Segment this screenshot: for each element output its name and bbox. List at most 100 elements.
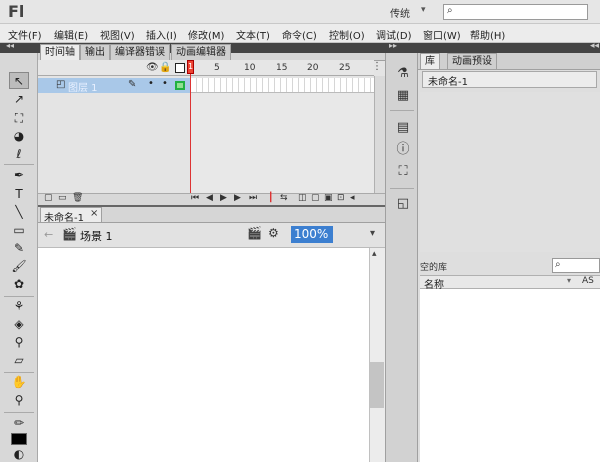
menu-window[interactable]: 窗口(W) xyxy=(423,27,461,42)
tab-motion-editor[interactable]: 动画编辑器 xyxy=(171,44,231,60)
next-frame-icon[interactable]: ▶ xyxy=(234,193,241,203)
timeline-scrollbar[interactable] xyxy=(374,76,385,193)
last-frame-icon[interactable]: ⏭ xyxy=(249,193,257,203)
tab-library[interactable]: 库 xyxy=(420,53,440,69)
text-tool-icon[interactable]: T xyxy=(9,186,29,203)
close-icon[interactable]: × xyxy=(90,208,98,219)
tab-timeline[interactable]: 时间轴 xyxy=(40,44,80,60)
menu-view[interactable]: 视图(V) xyxy=(100,27,135,42)
swatches-icon[interactable]: ▦ xyxy=(395,88,411,104)
new-layer-icon[interactable]: ▢ xyxy=(44,193,53,203)
tool-separator xyxy=(4,296,34,297)
layer-name[interactable]: 图层 1 xyxy=(68,79,98,94)
stage-scrollbar[interactable] xyxy=(369,248,385,462)
info-icon[interactable]: ⓘ xyxy=(395,142,411,158)
components-icon[interactable]: ◱ xyxy=(395,196,411,212)
column-linkage[interactable]: AS xyxy=(582,276,594,286)
hand-tool-icon[interactable]: ✋ xyxy=(9,374,29,391)
prev-frame-icon[interactable]: ◀ xyxy=(206,193,213,203)
menu-insert[interactable]: 插入(I) xyxy=(146,27,177,42)
library-document-name[interactable]: 未命名-1 xyxy=(428,73,468,88)
tools-panel-grip[interactable]: ◂◂ xyxy=(0,41,38,53)
onion-outline-icon[interactable]: ▢ xyxy=(311,193,320,203)
expand-icon[interactable]: ▸▸ xyxy=(389,41,397,50)
library-panel-grip[interactable] xyxy=(418,43,600,53)
stroke-color-icon[interactable]: ✏ xyxy=(9,415,29,432)
subselection-tool-icon[interactable]: ↗ xyxy=(9,91,29,108)
stage-scroll-thumb[interactable] xyxy=(370,362,384,408)
loop-icon[interactable]: ⇆ xyxy=(280,193,288,203)
play-icon[interactable]: ▶ xyxy=(220,193,227,203)
align-icon[interactable]: ▤ xyxy=(395,120,411,136)
zoom-tool-icon[interactable]: ⚲ xyxy=(9,392,29,409)
sort-caret-icon[interactable]: ▾ xyxy=(567,276,571,285)
back-arrow-icon[interactable]: ← xyxy=(44,228,53,241)
lock-icon[interactable]: 🔒 xyxy=(159,62,171,73)
tab-motion-presets[interactable]: 动画预设 xyxy=(447,53,497,69)
scene-label[interactable]: 场景 1 xyxy=(80,228,113,244)
menu-debug[interactable]: 调试(D) xyxy=(376,27,412,42)
brush-tool-icon[interactable]: 🖌 xyxy=(9,258,29,275)
line-tool-icon[interactable]: ╲ xyxy=(9,204,29,221)
menu-modify[interactable]: 修改(M) xyxy=(188,27,224,42)
collapse-icon[interactable]: ◂◂ xyxy=(6,41,14,50)
edit-symbols-icon[interactable]: 🎬 xyxy=(247,226,262,240)
chevron-down-icon[interactable]: ▾ xyxy=(370,228,375,239)
tool-separator xyxy=(4,164,34,165)
onion-markers-icon[interactable]: ⊡ xyxy=(337,193,345,203)
collapse-icon[interactable]: ◂◂ xyxy=(590,41,599,51)
scroll-up-icon[interactable]: ▴ xyxy=(372,249,377,259)
pencil-tool-icon[interactable]: ✎ xyxy=(9,240,29,257)
layer-outline-color[interactable] xyxy=(175,81,185,90)
fill-color-swatch[interactable] xyxy=(11,433,27,445)
fill-bucket-icon[interactable]: ◐ xyxy=(9,446,29,462)
edit-multiple-frames-icon[interactable]: ▣ xyxy=(324,193,333,203)
stage-canvas[interactable] xyxy=(38,248,369,462)
center-frame-icon[interactable]: ┃ xyxy=(268,193,273,203)
lasso-tool-icon[interactable]: ℓ xyxy=(9,146,29,163)
menu-commands[interactable]: 命令(C) xyxy=(282,27,317,42)
frames-row[interactable] xyxy=(191,78,374,93)
eyedropper-tool-icon[interactable]: ⚲ xyxy=(9,334,29,351)
library-tab-bar xyxy=(418,53,600,69)
tab-output[interactable]: 输出 xyxy=(80,44,110,60)
tool-separator xyxy=(4,412,34,413)
selection-tool-icon[interactable]: ↖ xyxy=(9,72,29,89)
delete-layer-icon[interactable]: 🗑 xyxy=(72,193,83,203)
menu-help[interactable]: 帮助(H) xyxy=(470,27,505,42)
new-folder-icon[interactable]: ▭ xyxy=(58,193,67,203)
onion-skin-icon[interactable]: ◫ xyxy=(298,193,307,203)
library-column-header xyxy=(420,275,600,289)
frames-area[interactable] xyxy=(191,93,374,193)
help-search-input[interactable] xyxy=(443,4,588,20)
menu-edit[interactable]: 编辑(E) xyxy=(54,27,88,42)
library-list[interactable] xyxy=(420,289,600,462)
scroll-left-icon[interactable]: ◂ xyxy=(350,193,355,203)
transform-icon[interactable]: ⛶ xyxy=(395,164,411,180)
3d-rotation-tool-icon[interactable]: ◕ xyxy=(9,128,29,145)
menu-file[interactable]: 文件(F) xyxy=(8,27,42,42)
menu-text[interactable]: 文本(T) xyxy=(236,27,270,42)
edit-scenes-icon[interactable]: ⚙ xyxy=(268,226,279,240)
timeline-menu-icon[interactable]: ⋮ xyxy=(372,61,382,72)
first-frame-icon[interactable]: ⏮ xyxy=(191,193,199,203)
motion-presets-icon[interactable]: ⚗ xyxy=(395,66,411,82)
visibility-dot[interactable]: • xyxy=(148,78,154,89)
bone-tool-icon[interactable]: ⚘ xyxy=(9,298,29,315)
menu-control[interactable]: 控制(O) xyxy=(329,27,365,42)
deco-tool-icon[interactable]: ✿ xyxy=(9,276,29,293)
tab-compiler-errors[interactable]: 编译器错误 xyxy=(110,44,170,60)
rectangle-tool-icon[interactable]: ▭ xyxy=(9,222,29,239)
pen-tool-icon[interactable]: ✒ xyxy=(9,167,29,184)
playhead-line xyxy=(190,60,191,193)
outline-toggle-icon[interactable] xyxy=(175,63,185,73)
eye-icon[interactable]: 👁 xyxy=(146,62,159,73)
workspace-caret-icon[interactable]: ▾ xyxy=(421,5,426,15)
free-transform-tool-icon[interactable]: ⛶ xyxy=(9,110,29,127)
lock-dot[interactable]: • xyxy=(162,78,168,89)
paint-bucket-tool-icon[interactable]: ◈ xyxy=(9,316,29,333)
zoom-value[interactable]: 100% xyxy=(294,227,328,241)
icon-strip-grip[interactable]: ▸▸ xyxy=(385,41,418,53)
eraser-tool-icon[interactable]: ▱ xyxy=(9,352,29,369)
workspace-switcher[interactable]: 传统 xyxy=(390,5,410,20)
